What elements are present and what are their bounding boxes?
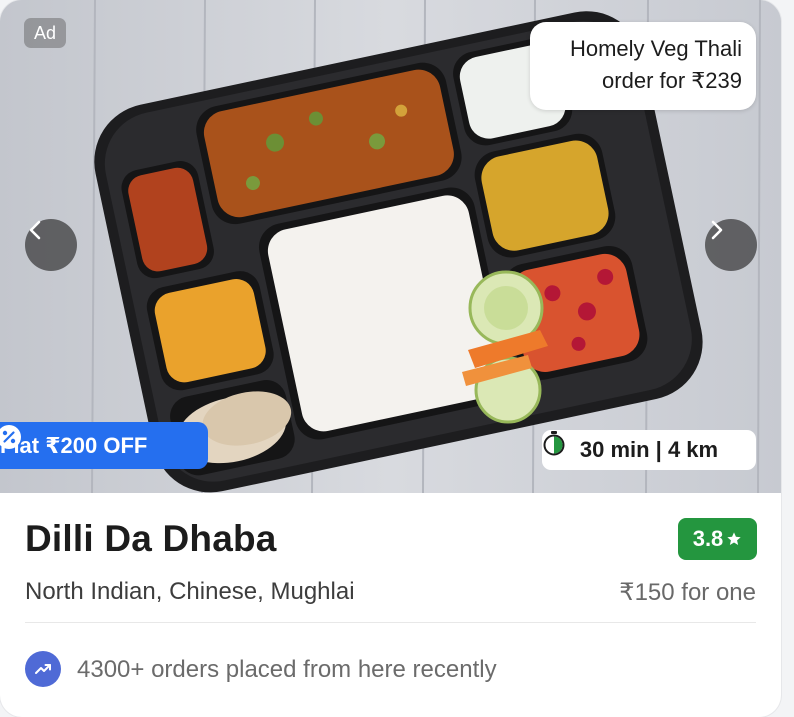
star-icon bbox=[727, 532, 741, 545]
rating-value: 3.8 bbox=[692, 526, 724, 551]
carousel-prev-button[interactable] bbox=[25, 219, 77, 271]
cost-for-one: ₹150 for one bbox=[619, 579, 756, 606]
food-image-carousel[interactable]: Ad Homely Veg Thali order for ₹239 Flat … bbox=[0, 0, 781, 493]
divider bbox=[25, 622, 756, 623]
chevron-left-icon bbox=[29, 220, 41, 240]
delivery-info-badge: 30 min | 4 km bbox=[542, 430, 756, 470]
rating-badge: 3.8 bbox=[678, 518, 757, 560]
chevron-right-icon bbox=[711, 220, 723, 240]
delivery-time-distance: 30 min | 4 km bbox=[579, 437, 719, 462]
ad-badge: Ad bbox=[24, 18, 66, 48]
carousel-next-button[interactable] bbox=[705, 219, 757, 271]
discount-icon bbox=[0, 425, 21, 449]
trending-up-icon bbox=[35, 664, 51, 674]
promo-dish-card[interactable]: Homely Veg Thali order for ₹239 bbox=[530, 22, 756, 110]
recent-orders-text: 4300+ orders placed from here recently bbox=[77, 656, 497, 683]
promo-dish-price: order for ₹239 bbox=[602, 68, 742, 93]
offer-badge[interactable]: Flat ₹200 OFF bbox=[0, 422, 208, 469]
stopwatch-icon bbox=[543, 431, 565, 456]
promo-dish-title: Homely Veg Thali bbox=[569, 36, 742, 61]
restaurant-card[interactable]: Ad Homely Veg Thali order for ₹239 Flat … bbox=[0, 0, 781, 717]
recent-orders-icon-badge bbox=[25, 651, 61, 687]
cuisine-list: North Indian, Chinese, Mughlai bbox=[25, 578, 355, 605]
restaurant-name[interactable]: Dilli Da Dhaba bbox=[25, 518, 277, 560]
